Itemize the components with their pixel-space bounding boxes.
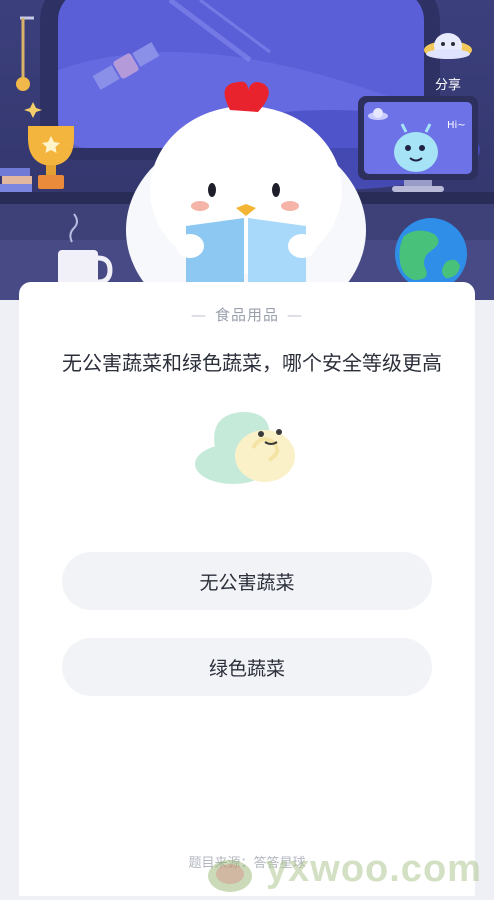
- site-watermark: yxwoo.com: [200, 846, 494, 896]
- share-label: 分享: [434, 78, 461, 93]
- snail-mascot-icon: [195, 412, 295, 484]
- ufo-share-icon: [424, 33, 472, 59]
- answer-option-1[interactable]: 无公害蔬菜: [62, 552, 432, 610]
- watermark-text: yxwoo.com: [266, 848, 482, 890]
- question-card: — 食品用品 — 无公害蔬菜和绿色蔬菜，哪个安全等级更高 无公害蔬菜 绿色蔬菜 题目…: [19, 282, 475, 896]
- trophy-icon: [28, 126, 74, 189]
- question-category: — 食品用品 —: [190, 306, 303, 324]
- watermark-logo-icon: [208, 860, 252, 892]
- monitor-screen: Hi~: [358, 96, 478, 192]
- answer-option-2[interactable]: 绿色蔬菜: [62, 638, 432, 696]
- monitor-greeting: Hi~: [447, 120, 466, 131]
- alien-mascot: [394, 132, 438, 172]
- share-button[interactable]: 分享: [420, 26, 476, 96]
- question-text: 无公害蔬菜和绿色蔬菜，哪个安全等级更高: [62, 351, 442, 375]
- medal-icon: [16, 77, 30, 91]
- category-label: 食品用品: [214, 306, 279, 324]
- header-illustration: Hi~ 分享: [0, 0, 494, 300]
